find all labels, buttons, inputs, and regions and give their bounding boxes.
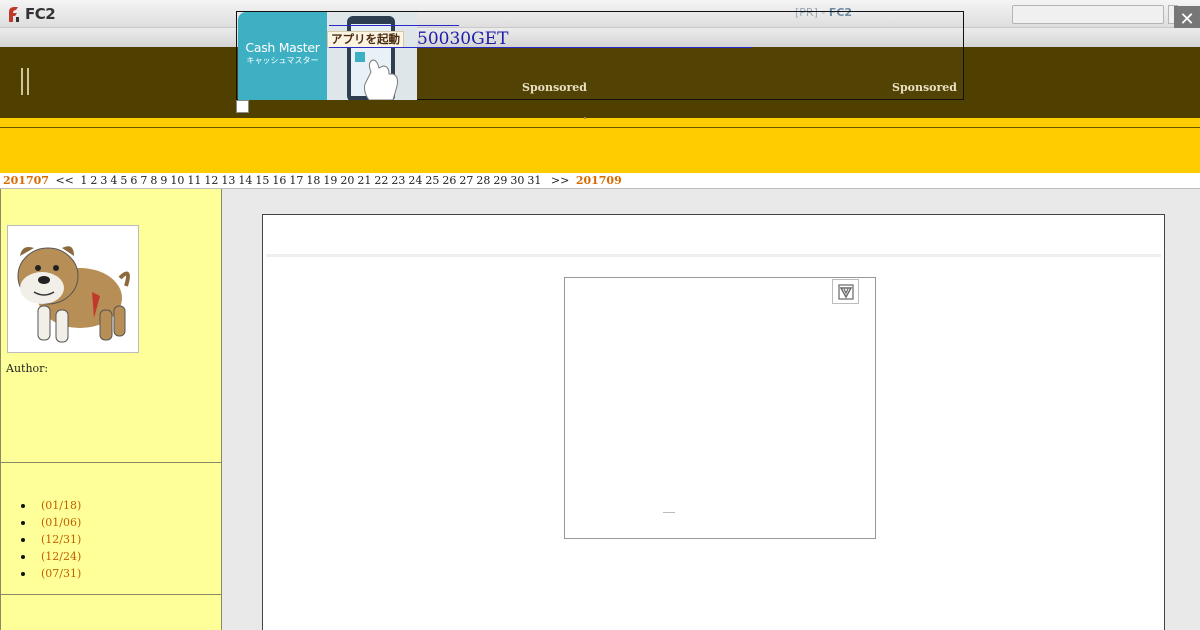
profile-section: Author: — [0, 189, 221, 463]
calendar-day[interactable]: 21 — [357, 174, 371, 187]
recent-entries-list: (01/18) (01/06) (12/31) (12/24) (07/31) — [21, 497, 81, 582]
avatar — [7, 225, 139, 353]
app-icon[interactable]: Cash Master キャッシュマスター — [238, 12, 327, 100]
content-ad-caption-mark — [663, 512, 675, 514]
content-ad-frame[interactable] — [564, 277, 876, 539]
recent-entry[interactable]: (01/06) — [21, 514, 81, 531]
calendar-day[interactable]: 31 — [527, 174, 541, 187]
calendar-day[interactable]: 3 — [100, 174, 107, 187]
author-label: Author: — [6, 362, 49, 375]
header-mark — [27, 68, 29, 95]
calendar-day[interactable]: 30 — [510, 174, 524, 187]
ad-headline-link[interactable]: 50030GET — [417, 29, 508, 49]
calendar-day[interactable]: 13 — [221, 174, 235, 187]
calendar-day[interactable]: 17 — [289, 174, 303, 187]
calendar-day[interactable]: 8 — [150, 174, 157, 187]
calendar-prev-month[interactable]: 201707 — [3, 174, 49, 187]
sidebar: Author: (01/18) (01/06) (12/31) (12/24) … — [0, 189, 222, 630]
header-subbar — [0, 128, 1200, 173]
recent-entry[interactable]: (12/31) — [21, 531, 81, 548]
ad-headline-underline — [329, 47, 752, 48]
entry-title-rule — [266, 254, 1161, 257]
calendar-day[interactable]: 22 — [374, 174, 388, 187]
header-accent-strip — [0, 118, 1200, 127]
calendar-day[interactable]: 16 — [272, 174, 286, 187]
calendar-nav: 201707 << 1 2 3 4 5 6 7 8 9 10 11 12 13 14 15 16 17 18 19 2… — [3, 173, 625, 188]
sponsored-label: Sponsored — [522, 81, 587, 94]
app-icon-title: Cash Master — [245, 40, 320, 55]
ad-link-underline-top — [329, 25, 459, 26]
calendar-day[interactable]: 25 — [425, 174, 439, 187]
header-title-marks — [19, 68, 31, 95]
calendar-days: 1 2 3 4 5 6 7 8 9 10 11 12 13 14 15 16 17 18 19 20 21 22 23 24 2… — [80, 174, 544, 187]
calendar-next-arrow[interactable]: >> — [551, 174, 569, 187]
main-content — [222, 189, 1200, 630]
calendar-day[interactable]: 7 — [140, 174, 147, 187]
blog-page: FC2 [PR] - FC2 ✕ 201707 << 1 2 3 4 5 6 7 8 9 10 11… — [0, 0, 1200, 630]
calendar-day[interactable]: 15 — [255, 174, 269, 187]
recent-entries-section: (01/18) (01/06) (12/31) (12/24) (07/31) — [0, 463, 221, 595]
ad-marker — [584, 117, 586, 119]
calendar-day[interactable]: 20 — [340, 174, 354, 187]
calendar-day[interactable]: 12 — [204, 174, 218, 187]
calendar-day[interactable]: 23 — [391, 174, 405, 187]
calendar-day[interactable]: 28 — [476, 174, 490, 187]
fc2-search-input[interactable] — [1012, 5, 1164, 24]
fc2-logo[interactable]: FC2 — [6, 4, 56, 24]
app-icon-subtitle: キャッシュマスター — [246, 56, 319, 65]
launch-app-badge[interactable]: アプリを起動 — [327, 31, 404, 48]
bulldog-avatar — [17, 246, 130, 343]
calendar-day[interactable]: 2 — [90, 174, 97, 187]
sponsored-label: Sponsored — [892, 81, 957, 94]
recent-entry[interactable]: (01/18) — [21, 497, 81, 514]
adchoices-icon-glyph — [837, 283, 854, 300]
calendar-day[interactable]: 26 — [442, 174, 456, 187]
calendar-day[interactable]: 1 — [80, 174, 87, 187]
calendar-day[interactable]: 27 — [459, 174, 473, 187]
sidebar-lower-section — [0, 595, 221, 630]
calendar-day[interactable]: 29 — [493, 174, 507, 187]
header-mark — [21, 68, 23, 95]
overlay-ad-banner[interactable]: Cash Master キャッシュマスター アプリを起動 50030GET Sp… — [236, 11, 964, 100]
calendar-day[interactable]: 14 — [238, 174, 252, 187]
calendar-day[interactable]: 24 — [408, 174, 422, 187]
calendar-day[interactable]: 6 — [130, 174, 137, 187]
fc2-logo-text: FC2 — [25, 5, 56, 23]
recent-entry[interactable]: (07/31) — [21, 565, 81, 582]
adchoices-icon[interactable] — [832, 279, 859, 304]
calendar-day[interactable]: 5 — [120, 174, 127, 187]
calendar-day[interactable]: 9 — [160, 174, 167, 187]
calendar-day[interactable]: 10 — [170, 174, 184, 187]
calendar-day[interactable]: 11 — [187, 174, 201, 187]
fc2-logo-icon — [9, 7, 19, 22]
recent-entry[interactable]: (12/24) — [21, 548, 81, 565]
calendar-day[interactable]: 4 — [110, 174, 117, 187]
ad-checkbox[interactable] — [236, 100, 249, 113]
calendar-prev-arrow[interactable]: << — [55, 174, 73, 187]
entry-panel — [262, 214, 1165, 630]
calendar-next-month[interactable]: 201709 — [576, 174, 622, 187]
calendar-day[interactable]: 19 — [323, 174, 337, 187]
calendar-day[interactable]: 18 — [306, 174, 320, 187]
